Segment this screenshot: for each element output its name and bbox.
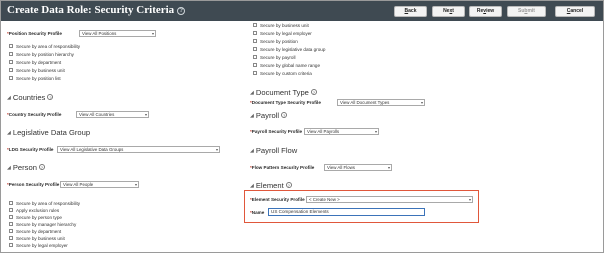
right-check-4[interactable] — [253, 47, 257, 51]
person-check-label: Secure by business unit — [16, 236, 65, 241]
payroll-security-profile-select[interactable]: View All Payrolls ▾ — [304, 128, 379, 135]
collapse-triangle-icon[interactable]: ◢ — [250, 147, 254, 155]
right-check-label: Secure by legal employer — [260, 31, 312, 36]
person-check-6[interactable] — [9, 236, 13, 240]
position-check-5[interactable] — [9, 76, 13, 80]
person-section-header[interactable]: ◢ Person? — [7, 164, 45, 172]
help-icon[interactable]: ? — [281, 112, 288, 118]
position-check-label: Secure by position hierarchy — [16, 52, 74, 57]
collapse-triangle-icon[interactable]: ◢ — [250, 182, 254, 190]
right-check-1[interactable] — [253, 23, 257, 27]
person-check-label: Secure by department — [16, 229, 62, 234]
position-check-label: Secure by business unit — [16, 68, 65, 73]
right-check-7[interactable] — [253, 71, 257, 75]
position-check-1[interactable] — [9, 44, 13, 48]
person-check-label: Secure by area of responsibility — [16, 201, 81, 206]
position-security-profile-label: *Position Security Profile — [7, 31, 62, 36]
person-check-4[interactable] — [9, 222, 13, 226]
country-security-profile-select[interactable]: View All Countries ▾ — [76, 111, 149, 118]
country-security-profile-label: *Country Security Profile — [7, 112, 62, 117]
help-icon[interactable]: ? — [47, 94, 54, 100]
help-icon[interactable]: ? — [38, 164, 45, 170]
position-check-label: Secure by area of responsibility — [16, 44, 81, 49]
submit-button[interactable]: Submit — [507, 6, 546, 17]
name-label: *Name — [250, 210, 265, 215]
person-check-1[interactable] — [9, 201, 13, 205]
chevron-down-icon: ▾ — [144, 112, 147, 117]
ldg-security-profile-label: *LDG Security Profile — [7, 147, 54, 152]
next-button[interactable]: Next — [432, 6, 465, 17]
chevron-down-icon: ▾ — [215, 147, 218, 152]
ldg-security-profile-select[interactable]: View All Legislative Data Groups ▾ — [57, 146, 220, 153]
right-check-label: Secure by payroll — [260, 55, 296, 60]
chevron-down-icon: ▾ — [151, 31, 154, 36]
chevron-down-icon: ▾ — [374, 129, 377, 134]
document-type-section-header[interactable]: ◢ Document Type? — [250, 89, 317, 97]
position-check-label: Secure by position list — [16, 76, 61, 81]
person-check-7[interactable] — [9, 243, 13, 247]
document-type-security-profile-select[interactable]: View All Document Types ▾ — [337, 99, 425, 106]
right-check-2[interactable] — [253, 31, 257, 35]
position-check-3[interactable] — [9, 60, 13, 64]
back-button[interactable]: Back — [394, 6, 427, 17]
right-check-6[interactable] — [253, 63, 257, 67]
document-type-security-profile-label: *Document Type Security Profile — [250, 100, 321, 105]
payroll-flow-section-header[interactable]: ◢ Payroll Flow — [250, 147, 297, 155]
chevron-down-icon: ▾ — [420, 100, 423, 105]
person-security-profile-select[interactable]: View All People ▾ — [60, 181, 139, 188]
person-check-2[interactable] — [9, 208, 13, 212]
page-title: Create Data Role: Security Criteria? — [7, 4, 186, 16]
chevron-down-icon: ▾ — [468, 197, 471, 202]
right-check-3[interactable] — [253, 39, 257, 43]
payroll-section-header[interactable]: ◢ Payroll? — [250, 112, 288, 120]
flow-pattern-security-profile-label: *Flow Pattern Security Profile — [250, 165, 315, 170]
page-frame: Create Data Role: Security Criteria? Bac… — [0, 0, 604, 253]
chevron-down-icon: ▾ — [134, 182, 137, 187]
payroll-security-profile-label: *Payroll Security Profile — [250, 129, 303, 134]
right-check-label: Secure by legislative data group — [260, 47, 326, 52]
element-section-header[interactable]: ◢ Element? — [250, 182, 292, 190]
element-security-profile-select[interactable]: < Create New > ▾ — [306, 196, 473, 203]
name-input[interactable]: US Compensation Elements — [268, 208, 425, 216]
collapse-triangle-icon[interactable]: ◢ — [7, 164, 11, 172]
collapse-triangle-icon[interactable]: ◢ — [7, 94, 11, 102]
help-icon[interactable]: ? — [285, 182, 292, 188]
collapse-triangle-icon[interactable]: ◢ — [250, 112, 254, 120]
cancel-button[interactable]: Cancel — [555, 6, 595, 17]
review-button[interactable]: Review — [469, 6, 502, 17]
person-security-profile-label: *Person Security Profile — [7, 182, 60, 187]
element-highlight-box — [244, 190, 479, 223]
countries-section-header[interactable]: ◢ Countries? — [7, 94, 54, 102]
collapse-triangle-icon[interactable]: ◢ — [250, 89, 254, 97]
person-check-label: Secure by manager hierarchy — [16, 222, 77, 227]
right-check-label: Secure by position — [260, 39, 298, 44]
ldg-section-header[interactable]: ◢ Legislative Data Group — [7, 129, 90, 137]
chevron-down-icon: ▾ — [387, 165, 390, 170]
right-check-label: Secure by custom criteria — [260, 71, 312, 76]
flow-pattern-security-profile-select[interactable]: View All Flows ▾ — [324, 164, 392, 171]
help-icon[interactable]: ? — [310, 89, 317, 95]
right-check-5[interactable] — [253, 55, 257, 59]
header-bar: Create Data Role: Security Criteria? Bac… — [1, 1, 603, 21]
person-check-3[interactable] — [9, 215, 13, 219]
element-security-profile-label: *Element Security Profile — [250, 197, 305, 202]
position-security-profile-select[interactable]: View All Positions ▾ — [79, 30, 156, 37]
person-check-label: Secure by legal employer — [16, 243, 68, 248]
position-check-label: Secure by department — [16, 60, 62, 65]
right-check-label: Secure by business unit — [260, 23, 309, 28]
help-icon[interactable]: ? — [177, 7, 186, 15]
position-check-2[interactable] — [9, 52, 13, 56]
person-check-5[interactable] — [9, 229, 13, 233]
right-check-label: Secure by global name range — [260, 63, 321, 68]
position-check-4[interactable] — [9, 68, 13, 72]
collapse-triangle-icon[interactable]: ◢ — [7, 129, 11, 137]
person-check-label: Apply exclusion rules — [16, 208, 60, 213]
person-check-label: Secure by person type — [16, 215, 62, 220]
